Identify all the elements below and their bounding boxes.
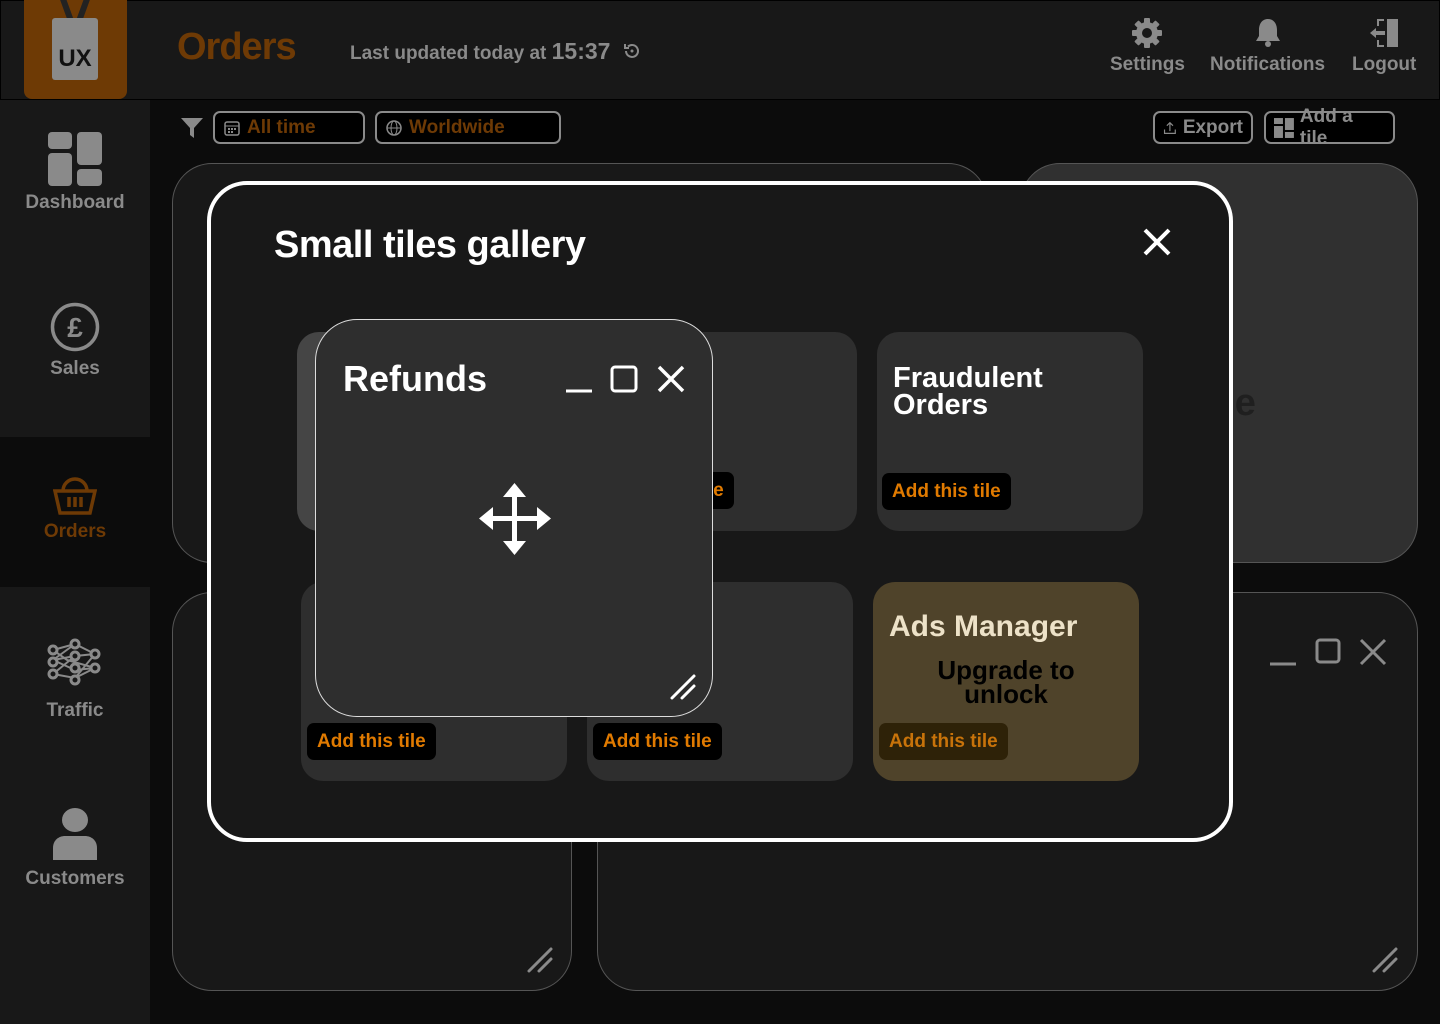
logout-icon	[1370, 19, 1399, 47]
tile-title: Ads Manager	[889, 610, 1078, 643]
user-icon	[53, 808, 97, 860]
gallery-tile-locked: Ads Manager Upgrade to unlock Add this t…	[873, 582, 1139, 781]
notifications-button[interactable]: Notifications	[1210, 16, 1325, 76]
calendar-icon	[224, 120, 240, 136]
globe-icon	[386, 119, 402, 136]
close-icon[interactable]	[1358, 637, 1388, 667]
updated-time: 15:37	[551, 38, 611, 64]
pound-icon: £	[50, 302, 100, 352]
logout-button[interactable]: Logout	[1352, 16, 1416, 76]
dragging-tile-refunds[interactable]: Refunds	[315, 319, 713, 717]
refresh-icon[interactable]	[622, 41, 642, 61]
updated-label: Last updated today at	[350, 43, 547, 64]
sidebar-label: Sales	[50, 358, 100, 379]
minimize-icon[interactable]	[1268, 637, 1298, 667]
sidebar-label: Traffic	[46, 700, 104, 721]
upload-icon	[1163, 121, 1176, 134]
upgrade-message: Upgrade to unlock	[937, 655, 1075, 709]
resize-icon[interactable]	[525, 945, 555, 975]
region-filter-label: Worldwide	[409, 116, 505, 138]
logo[interactable]: UX	[24, 0, 127, 99]
tiles-icon	[1274, 117, 1294, 138]
sidebar-item-traffic[interactable]: Traffic	[0, 638, 150, 722]
dashboard-icon	[48, 132, 102, 186]
gallery-tile: Fraudulent Orders Add this tile	[877, 332, 1143, 531]
resize-icon[interactable]	[668, 672, 698, 702]
region-filter[interactable]: Worldwide	[375, 111, 561, 144]
filter-icon[interactable]	[180, 116, 204, 140]
sidebar-label: Customers	[25, 868, 125, 889]
basket-icon	[53, 477, 97, 515]
sidebar-item-dashboard[interactable]: Dashboard	[0, 132, 150, 214]
modal-title: Small tiles gallery	[274, 224, 586, 266]
gear-icon	[1132, 18, 1163, 48]
add-tile-label: Add a tile	[1299, 105, 1353, 149]
time-filter-label: All time	[247, 116, 316, 138]
sidebar-item-orders[interactable]: Orders	[0, 437, 150, 587]
move-icon[interactable]	[479, 483, 551, 555]
resize-icon[interactable]	[1370, 945, 1400, 975]
last-updated: Last updated today at 15:37	[350, 38, 642, 65]
export-label: Export	[1182, 116, 1243, 138]
add-this-tile-button[interactable]: Add this tile	[593, 723, 722, 760]
tile-title: Refunds	[343, 358, 487, 399]
export-button[interactable]: Export	[1153, 111, 1253, 144]
sidebar-item-sales[interactable]: £ Sales	[0, 302, 150, 380]
logout-label: Logout	[1352, 54, 1417, 75]
maximize-icon[interactable]	[1313, 637, 1343, 667]
sidebar-item-customers[interactable]: Customers	[0, 806, 150, 890]
time-filter[interactable]: All time	[213, 111, 365, 144]
sidebar-label: Orders	[43, 521, 107, 542]
add-tile-button[interactable]: Add a tile	[1264, 106, 1395, 149]
sidebar-label: Dashboard	[25, 192, 125, 213]
logo-text: UX	[52, 18, 98, 80]
close-icon[interactable]	[1142, 227, 1172, 257]
settings-button[interactable]: Settings	[1110, 16, 1185, 76]
sidebar: Dashboard £ Sales Orders Traffic Custome…	[0, 100, 150, 1024]
settings-label: Settings	[1110, 54, 1185, 75]
notifications-label: Notifications	[1210, 54, 1326, 75]
tile-title: Fraudulent Orders	[893, 362, 1043, 421]
add-this-tile-button[interactable]: Add this tile	[879, 723, 1008, 760]
page-title: Orders	[177, 26, 297, 68]
add-this-tile-button[interactable]: Add this tile	[882, 473, 1011, 510]
add-this-tile-button[interactable]: Add this tile	[307, 723, 436, 760]
bell-icon	[1255, 19, 1280, 47]
svg-text:£: £	[67, 312, 83, 343]
minimize-icon[interactable]	[564, 364, 594, 394]
network-icon	[47, 638, 101, 686]
close-icon[interactable]	[656, 364, 686, 394]
maximize-icon[interactable]	[609, 364, 639, 394]
